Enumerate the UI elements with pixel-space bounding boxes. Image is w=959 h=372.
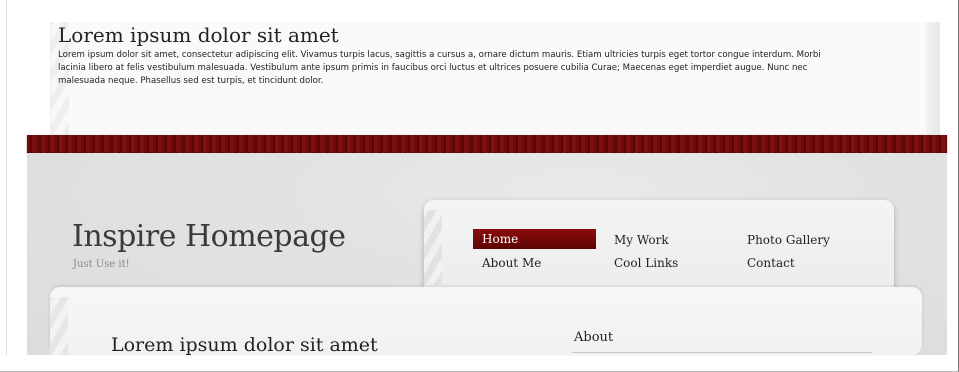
top-article-title: Lorem ipsum dolor sit amet — [58, 23, 339, 47]
sidebar-divider — [572, 352, 872, 353]
left-border — [6, 0, 7, 355]
site-title[interactable]: Inspire Homepage — [72, 219, 346, 254]
top-article-body: Lorem ipsum dolor sit amet, consectetur … — [58, 50, 821, 86]
red-divider-strip — [27, 135, 947, 156]
nav-item-my-work[interactable]: My Work — [614, 233, 669, 247]
nav-item-photo-gallery[interactable]: Photo Gallery — [747, 233, 830, 247]
nav-item-home[interactable]: Home — [473, 229, 596, 249]
page-frame: Lorem ipsum dolor sit amet Lorem ipsum d… — [0, 0, 959, 372]
nav-item-cool-links[interactable]: Cool Links — [614, 256, 678, 270]
nav-item-contact[interactable]: Contact — [747, 256, 795, 270]
decorative-stripes — [424, 210, 442, 285]
nav-item-about-me[interactable]: About Me — [482, 256, 541, 270]
main-article-title: Lorem ipsum dolor sit amet — [111, 334, 378, 356]
site-tagline: Just Use it! — [73, 259, 130, 270]
decorative-stripes — [50, 297, 68, 355]
sidebar-heading-about: About — [574, 330, 614, 345]
